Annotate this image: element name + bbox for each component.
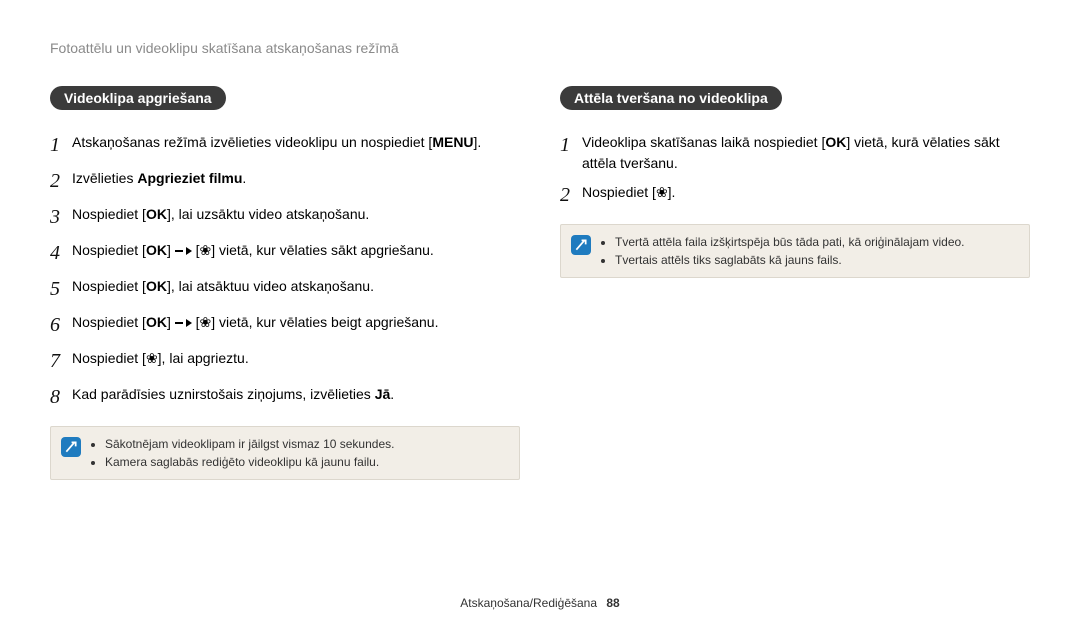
step-num: 2: [560, 180, 582, 210]
step-body: Nospiediet [OK] [❀] vietā, kur vēlaties …: [72, 240, 520, 262]
step-num: 1: [50, 130, 72, 160]
step-6: 6 Nospiediet [OK] [❀] vietā, kur vēlatie…: [50, 312, 520, 340]
ok-button-label: OK: [146, 242, 167, 258]
step-num: 5: [50, 274, 72, 304]
note-item: Tvertais attēls tiks saglabāts kā jauns …: [615, 251, 965, 269]
step-1: 1 Atskaņošanas režīmā izvēlieties videok…: [50, 132, 520, 160]
step-1: 1 Videoklipa skatīšanas laikā nospiediet…: [560, 132, 1030, 174]
step-body: Nospiediet [OK], lai atsāktuu video atsk…: [72, 276, 520, 297]
macro-flower-icon: ❀: [200, 314, 212, 330]
step-body: Atskaņošanas režīmā izvēlieties videokli…: [72, 132, 520, 153]
page-footer: Atskaņošana/Rediģēšana 88: [0, 596, 1080, 610]
note-item: Tvertā attēla faila izšķirtspēja būs tād…: [615, 233, 965, 251]
step-body: Nospiediet [❀], lai apgrieztu.: [72, 348, 520, 369]
footer-section: Atskaņošana/Rediģēšana: [460, 596, 597, 610]
step-2: 2 Izvēlieties Apgrieziet filmu.: [50, 168, 520, 196]
step-num: 4: [50, 238, 72, 268]
note-box-left: Sākotnējam videoklipam ir jāilgst vismaz…: [50, 426, 520, 480]
step-3: 3 Nospiediet [OK], lai uzsāktu video ats…: [50, 204, 520, 232]
menu-button-label: MENU: [432, 134, 473, 150]
step-num: 8: [50, 382, 72, 412]
section-pill-capture: Attēla tveršana no videoklipa: [560, 86, 782, 110]
ok-button-label: OK: [146, 314, 167, 330]
step-7: 7 Nospiediet [❀], lai apgrieztu.: [50, 348, 520, 376]
step-body: Izvēlieties Apgrieziet filmu.: [72, 168, 520, 189]
breadcrumb-header: Fotoattēlu un videoklipu skatīšana atska…: [50, 40, 1030, 56]
arrow-right-icon: [175, 312, 192, 333]
step-body: Nospiediet [❀].: [582, 182, 1030, 203]
section-pill-trim: Videoklipa apgriešana: [50, 86, 226, 110]
note-item: Kamera saglabās rediģēto videoklipu kā j…: [105, 453, 394, 471]
step-4: 4 Nospiediet [OK] [❀] vietā, kur vēlatie…: [50, 240, 520, 268]
note-list: Sākotnējam videoklipam ir jāilgst vismaz…: [91, 435, 394, 471]
ok-button-label: OK: [146, 206, 167, 222]
note-box-right: Tvertā attēla faila izšķirtspēja būs tād…: [560, 224, 1030, 278]
step-body: Videoklipa skatīšanas laikā nospiediet […: [582, 132, 1030, 174]
step-8: 8 Kad parādīsies uznirstošais ziņojums, …: [50, 384, 520, 412]
step-num: 2: [50, 166, 72, 196]
step-num: 1: [560, 130, 582, 160]
step-body: Nospiediet [OK], lai uzsāktu video atska…: [72, 204, 520, 225]
note-item: Sākotnējam videoklipam ir jāilgst vismaz…: [105, 435, 394, 453]
arrow-right-icon: [175, 240, 192, 261]
info-note-icon: [571, 235, 591, 255]
note-list: Tvertā attēla faila izšķirtspēja būs tād…: [601, 233, 965, 269]
ok-button-label: OK: [146, 278, 167, 294]
page-number: 88: [606, 596, 619, 610]
macro-flower-icon: ❀: [200, 242, 212, 258]
macro-flower-icon: ❀: [656, 184, 668, 200]
step-5: 5 Nospiediet [OK], lai atsāktuu video at…: [50, 276, 520, 304]
step-body: Nospiediet [OK] [❀] vietā, kur vēlaties …: [72, 312, 520, 334]
ok-button-label: OK: [825, 134, 846, 150]
step-2: 2 Nospiediet [❀].: [560, 182, 1030, 210]
right-column: Attēla tveršana no videoklipa 1 Videokli…: [560, 86, 1030, 480]
step-body: Kad parādīsies uznirstošais ziņojums, iz…: [72, 384, 520, 405]
step-num: 7: [50, 346, 72, 376]
left-column: Videoklipa apgriešana 1 Atskaņošanas rež…: [50, 86, 520, 480]
macro-flower-icon: ❀: [146, 350, 158, 366]
info-note-icon: [61, 437, 81, 457]
step-num: 3: [50, 202, 72, 232]
step-num: 6: [50, 310, 72, 340]
